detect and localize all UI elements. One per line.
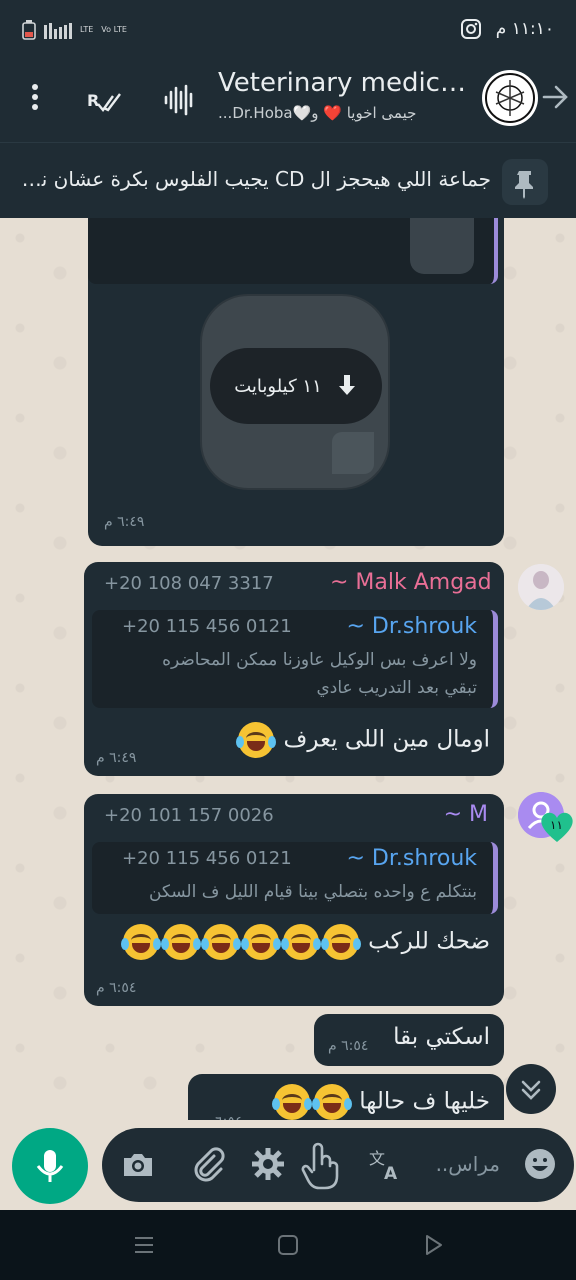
file-size: ١١ كيلوبايت xyxy=(234,375,322,397)
double-chevron-down-icon xyxy=(521,1080,541,1100)
tears-of-joy-emoji xyxy=(200,924,241,960)
touch-icon[interactable] xyxy=(300,1140,342,1190)
waveform-icon[interactable] xyxy=(162,80,196,120)
group-avatar[interactable] xyxy=(482,70,538,126)
mic-icon xyxy=(36,1150,64,1182)
tears-of-joy-emoji xyxy=(120,924,161,960)
more-vert-icon[interactable] xyxy=(24,80,46,120)
emoji-icon[interactable] xyxy=(522,1146,558,1182)
download-icon xyxy=(338,375,355,395)
sender-name[interactable]: ~ M xyxy=(444,802,488,827)
svg-text:A: A xyxy=(384,1164,398,1182)
message-text-row: ضحك للركب xyxy=(120,924,490,960)
network-lte: LTE xyxy=(80,25,94,34)
message-input[interactable]: 文A مراس.. xyxy=(102,1128,574,1202)
pinned-message-text[interactable]: جماعة اللي هيحجز ال CD يجيب الفلوس بكرة … xyxy=(16,167,491,191)
sender-phone: +20 108 047 3317 xyxy=(104,573,274,594)
quoted-phone: +20 115 456 0121 xyxy=(122,616,292,637)
quoted-phone: +20 115 456 0121 xyxy=(122,848,292,869)
tears-of-joy-emoji xyxy=(311,1084,352,1120)
read-receipt-icon[interactable]: R xyxy=(84,80,124,120)
signal-icon xyxy=(44,21,72,39)
message-text: ضحك للركب xyxy=(368,928,490,955)
message-time: ٦:٥٤ م xyxy=(96,980,137,996)
network-volte: Vo LTE xyxy=(101,25,127,34)
quoted-sender: ~ Dr.shrouk xyxy=(346,846,478,871)
composer-bar: 文A مراس.. xyxy=(0,1120,576,1210)
status-bar: LTE Vo LTE ١١:١٠ م xyxy=(0,0,576,60)
sender-name[interactable]: ~ Malk Amgad xyxy=(330,570,490,595)
quoted-message[interactable]: ~ Dr.shrouk +20 115 456 0121 بنتكلم ع وا… xyxy=(92,842,498,914)
download-button[interactable]: ١١ كيلوبايت xyxy=(210,348,382,424)
quoted-text-line: تبقي بعد التدريب عادي xyxy=(316,678,478,698)
message-text: خليها ف حالها xyxy=(359,1088,490,1115)
quoted-text-line: بنتكلم ع واحده بتصلي بينا قيام الليل ف ا… xyxy=(148,882,477,902)
reaction-count: ١١ xyxy=(550,818,563,832)
tears-of-joy-emoji xyxy=(236,722,277,758)
quoted-sender: ~ Dr.shrouk xyxy=(346,614,478,639)
battery-icon xyxy=(22,20,36,40)
home-icon[interactable] xyxy=(276,1234,300,1256)
pinned-message-bar[interactable]: جماعة اللي هيحجز ال CD يجيب الفلوس بكرة … xyxy=(0,142,576,218)
message-text: اومال مين اللى يعرف xyxy=(283,726,490,753)
camera-icon[interactable] xyxy=(120,1146,156,1182)
status-time: ١١:١٠ م xyxy=(495,19,554,39)
reply-message[interactable]: ~ M +20 101 157 0026 ~ Dr.shrouk +20 115… xyxy=(84,794,504,1006)
chat-area[interactable]: ١١ كيلوبايت ٦:٤٩ م ~ Malk Amgad +20 108 … xyxy=(0,218,576,1210)
message-time: ٦:٤٩ م xyxy=(96,750,137,766)
message-text-row: خليها ف حالها xyxy=(271,1084,490,1120)
quoted-text-line: ولا اعرف بس الوكيل عاوزنا ممكن المحاضره xyxy=(162,650,477,670)
mic-button[interactable] xyxy=(12,1128,88,1204)
group-title[interactable]: Veterinary medici... xyxy=(218,68,470,98)
message-time: ٦:٤٩ م xyxy=(104,514,145,530)
settings-icon[interactable] xyxy=(250,1146,286,1182)
back-icon[interactable] xyxy=(422,1234,446,1256)
quoted-message[interactable]: ~ Dr.shrouk +20 115 456 0121 ولا اعرف بس… xyxy=(92,610,498,708)
message-time: ٦:٥٤ م xyxy=(328,1038,369,1054)
back-arrow-icon[interactable] xyxy=(540,82,570,112)
system-nav-bar xyxy=(0,1210,576,1280)
svg-text:文: 文 xyxy=(369,1149,385,1168)
translate-icon[interactable]: 文A xyxy=(368,1146,404,1182)
reaction-badge[interactable]: ١١ xyxy=(538,810,576,844)
pin-icon xyxy=(515,171,533,199)
pin-button[interactable] xyxy=(502,159,548,205)
scroll-to-bottom-button[interactable] xyxy=(506,1064,556,1114)
tears-of-joy-emoji xyxy=(160,924,201,960)
sender-avatar[interactable] xyxy=(518,564,564,610)
recent-apps-icon[interactable] xyxy=(132,1234,156,1256)
tears-of-joy-emoji xyxy=(271,1084,312,1120)
document-message[interactable]: ١١ كيلوبايت ٦:٤٩ م xyxy=(88,218,504,546)
tears-of-joy-emoji xyxy=(280,924,321,960)
message-placeholder: مراس.. xyxy=(435,1152,500,1176)
tears-of-joy-emoji xyxy=(320,924,361,960)
outgoing-message[interactable]: اسكتي بقا ٦:٥٤ م xyxy=(314,1014,504,1066)
instagram-icon xyxy=(460,19,481,39)
reply-message[interactable]: ~ Malk Amgad +20 108 047 3317 ~ Dr.shrou… xyxy=(84,562,504,776)
media-thumbnail xyxy=(410,218,474,274)
message-text-row: اومال مين اللى يعرف xyxy=(236,722,490,758)
attach-icon[interactable] xyxy=(190,1146,226,1182)
sender-phone: +20 101 157 0026 xyxy=(104,805,274,826)
group-members[interactable]: جيمى اخويا ❤️ و🤍Dr.Hoba... xyxy=(218,104,470,122)
chat-header: R Veterinary medici... جيمى اخويا ❤️ و🤍D… xyxy=(0,60,576,142)
message-text: اسكتي بقا xyxy=(393,1024,490,1050)
svg-text:R: R xyxy=(87,91,99,110)
tears-of-joy-emoji xyxy=(240,924,281,960)
